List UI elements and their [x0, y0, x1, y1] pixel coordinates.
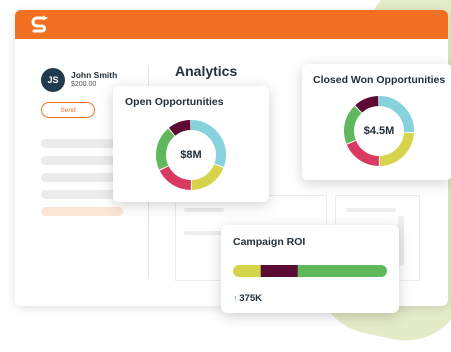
placeholder-bar	[41, 139, 123, 148]
card-title: Closed Won Opportunities	[313, 74, 446, 86]
avatar: JS	[41, 68, 65, 92]
roi-progress-bar	[233, 265, 387, 277]
roi-amount: 375K	[239, 293, 262, 304]
card-title: Open Opportunities	[125, 96, 224, 108]
placeholder-bar	[41, 190, 123, 199]
arrow-up-icon: ↑	[233, 293, 238, 303]
roi-bar-segment-0	[233, 265, 262, 277]
placeholder-bar	[41, 173, 123, 182]
open-opportunities-card[interactable]: Open Opportunities $8M	[113, 86, 269, 202]
card-title: Campaign ROI	[233, 236, 306, 248]
placeholder-line	[184, 208, 224, 212]
send-button[interactable]: Send	[41, 102, 95, 118]
placeholder-bar	[41, 156, 123, 165]
top-bar	[15, 10, 448, 39]
roi-value: ↑ 375K	[233, 293, 262, 304]
roi-bar-segment-2	[297, 265, 387, 277]
closed-won-card[interactable]: Closed Won Opportunities $4.5M	[302, 64, 451, 180]
campaign-roi-card[interactable]: Campaign ROI ↑ 375K	[221, 225, 399, 313]
user-amount: $200.00	[71, 81, 97, 88]
placeholder-line	[346, 208, 396, 212]
roi-bar-segment-1	[260, 265, 299, 277]
placeholder-bar-highlight	[41, 207, 123, 216]
donut-center-value: $4.5M	[363, 125, 395, 137]
donut-center-value: $8M	[180, 149, 202, 161]
brand-s-logo-icon[interactable]	[29, 14, 51, 36]
user-name: John Smith	[71, 70, 118, 80]
page-title: Analytics	[175, 63, 238, 79]
